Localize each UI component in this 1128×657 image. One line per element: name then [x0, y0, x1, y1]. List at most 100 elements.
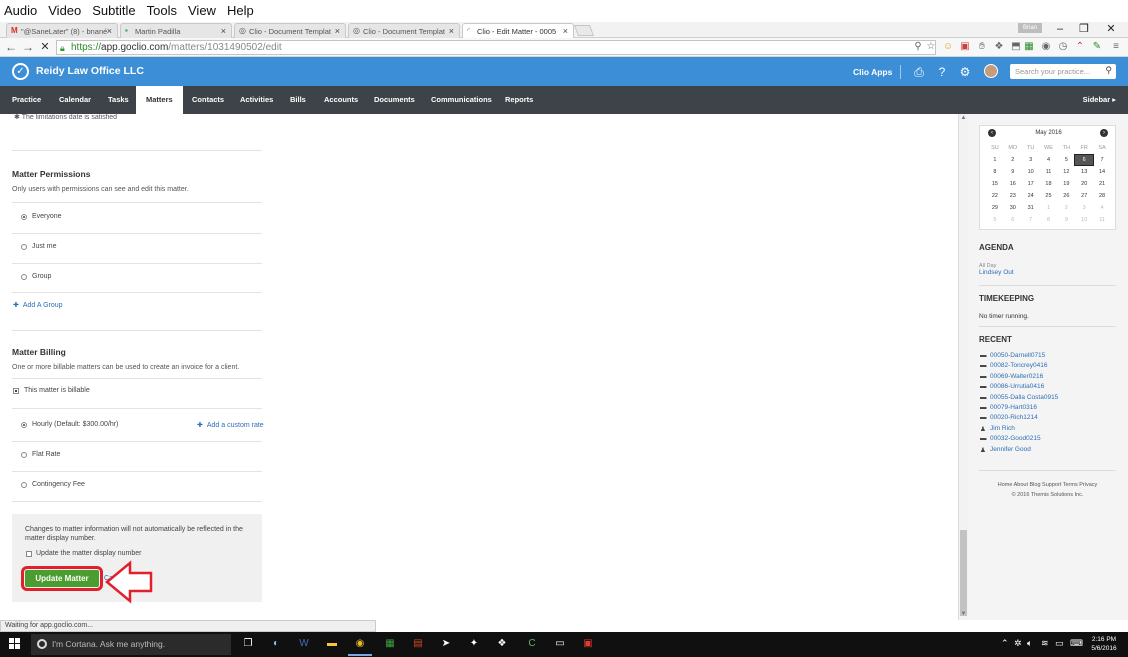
notes-app-icon[interactable]: ▭	[552, 636, 568, 652]
tray-settings-icon[interactable]: ✲	[1014, 638, 1022, 649]
inbox-icon[interactable]: ⎙	[912, 65, 926, 79]
task-view-icon[interactable]: ❐	[240, 636, 256, 652]
sheet-extension-icon[interactable]: ▦	[1023, 41, 1035, 53]
pdf-extension-icon[interactable]: ▣	[959, 41, 971, 53]
menu-audio[interactable]: Audio	[0, 0, 44, 22]
nav-reports[interactable]: Reports	[505, 86, 533, 114]
calendar-day[interactable]: 8	[1040, 215, 1058, 225]
tab-edit-matter[interactable]: ◜ Clio - Edit Matter - 0005 ×	[462, 23, 574, 38]
file-explorer-icon[interactable]: ▬	[324, 636, 340, 652]
billable-label[interactable]: This matter is billable	[24, 387, 90, 394]
calendar-day[interactable]: 27	[1075, 191, 1093, 201]
edge-browser-icon[interactable]: ◐	[268, 636, 284, 652]
radio-contingency-label[interactable]: Contingency Fee	[32, 481, 85, 488]
tray-network-icon[interactable]: ≋	[1041, 638, 1049, 649]
close-icon[interactable]: ×	[221, 26, 226, 36]
close-icon[interactable]: ×	[563, 26, 568, 36]
update-matter-button[interactable]: Update Matter	[21, 566, 103, 591]
minimize-button[interactable]: –	[1049, 22, 1071, 38]
nav-contacts[interactable]: Contacts	[192, 86, 224, 114]
calendar-day[interactable]: 2	[1004, 155, 1022, 165]
sidebar-toggle[interactable]: Sidebar ▸	[1083, 86, 1116, 114]
calendar-next-icon[interactable]: ›	[1100, 129, 1108, 137]
chrome-app-icon[interactable]: ◉	[348, 636, 372, 656]
tray-message-icon[interactable]: ▭	[1055, 638, 1064, 649]
radio-flat-rate[interactable]	[21, 452, 27, 458]
radio-flat-rate-label[interactable]: Flat Rate	[32, 451, 60, 458]
color-app-icon[interactable]: ✦	[466, 636, 482, 652]
calendar-day[interactable]: 5	[1057, 155, 1075, 165]
camtasia-app-icon[interactable]: C	[524, 636, 540, 652]
nav-matters[interactable]: Matters	[136, 86, 183, 114]
scroll-up-icon[interactable]: ▲	[959, 115, 968, 124]
calendar-day[interactable]: 12	[1057, 167, 1075, 177]
tab-gmail[interactable]: M "@SaneLater" (8) - bnané ×	[6, 23, 118, 38]
clock-extension-icon[interactable]: ◷	[1057, 41, 1069, 53]
nav-communications[interactable]: Communications	[431, 86, 492, 114]
scrollbar-thumb[interactable]	[960, 530, 967, 616]
radio-group[interactable]	[21, 274, 27, 280]
calendar-day[interactable]: 5	[986, 215, 1004, 225]
update-display-number-label[interactable]: Update the matter display number	[36, 550, 141, 557]
tab-document-templates-2[interactable]: ◎ Clio - Document Templat ×	[348, 23, 460, 38]
menu-tools[interactable]: Tools	[143, 0, 184, 22]
radio-just-me-label[interactable]: Just me	[32, 243, 57, 250]
calendar-day[interactable]: 6	[1004, 215, 1022, 225]
radio-contingency[interactable]	[21, 482, 27, 488]
calendar-day[interactable]: 4	[1093, 203, 1111, 213]
calendar-day[interactable]: 10	[1022, 167, 1040, 177]
calendar-day[interactable]: 3	[1075, 203, 1093, 213]
cast-extension-icon[interactable]: ⬒	[1010, 41, 1022, 53]
emoji-extension-icon[interactable]: ☺	[942, 41, 954, 53]
calendar-day[interactable]: 16	[1004, 179, 1022, 189]
arrow-extension-icon[interactable]: ⌃	[1074, 41, 1086, 53]
stop-loading-icon[interactable]: ✕	[38, 40, 52, 54]
menu-video[interactable]: Video	[44, 0, 88, 22]
sheets-app-icon[interactable]: ▦	[382, 636, 398, 652]
clio-apps-link[interactable]: Clio Apps	[853, 67, 892, 77]
tray-volume-icon[interactable]: 🔈︎	[1027, 638, 1032, 649]
close-window-button[interactable]: ✕	[1100, 22, 1122, 38]
windows-start-icon[interactable]	[9, 638, 21, 650]
calendar-day[interactable]: 31	[1022, 203, 1040, 213]
scroll-down-icon[interactable]: ▼	[959, 611, 968, 620]
bookmark-star-icon[interactable]: ☆	[925, 41, 937, 53]
calendar-day[interactable]: 24	[1022, 191, 1040, 201]
new-tab-button[interactable]	[573, 25, 595, 36]
forward-arrow-icon[interactable]: →	[21, 40, 35, 54]
nav-practice[interactable]: Practice	[12, 86, 41, 114]
calendar-day[interactable]: 26	[1057, 191, 1075, 201]
calendar-day[interactable]: 25	[1040, 191, 1058, 201]
calendar-day[interactable]: 3	[1022, 155, 1040, 165]
avatar[interactable]	[984, 64, 998, 78]
close-icon[interactable]: ×	[335, 26, 340, 36]
cortana-search-box[interactable]: I'm Cortana. Ask me anything.	[31, 634, 231, 655]
calendar-day[interactable]: 29	[986, 203, 1004, 213]
nav-accounts[interactable]: Accounts	[324, 86, 358, 114]
radio-hourly[interactable]	[21, 422, 27, 428]
calendar-day[interactable]: 1	[1040, 203, 1058, 213]
powerpoint-app-icon[interactable]: ▤	[410, 636, 426, 652]
nav-calendar[interactable]: Calendar	[59, 86, 91, 114]
add-custom-rate-link[interactable]: ✚ Add a custom rate	[197, 421, 264, 429]
calendar-day[interactable]: 9	[1057, 215, 1075, 225]
calendar-day[interactable]: 28	[1093, 191, 1111, 201]
calendar-day[interactable]: 10	[1075, 215, 1093, 225]
help-icon[interactable]: ?	[935, 65, 949, 79]
calendar-day[interactable]: 11	[1040, 167, 1058, 177]
nav-documents[interactable]: Documents	[374, 86, 415, 114]
calendar-day[interactable]: 11	[1093, 215, 1111, 225]
calendar-day[interactable]: 1	[986, 155, 1004, 165]
calendar-day[interactable]: 7	[1022, 215, 1040, 225]
dropbox-extension-icon[interactable]: ❖	[993, 41, 1005, 53]
search-input[interactable]: Search your practice... ⚲	[1010, 64, 1116, 79]
nav-activities[interactable]: Activities	[240, 86, 273, 114]
menu-subtitle[interactable]: Subtitle	[88, 0, 142, 22]
check-extension-icon[interactable]: ◉	[1040, 41, 1052, 53]
calendar-day[interactable]: 20	[1075, 179, 1093, 189]
radio-everyone-label[interactable]: Everyone	[32, 213, 62, 220]
address-bar[interactable]: 🔒︎ https://app.goclio.com/matters/103149…	[56, 40, 936, 55]
calendar-day[interactable]: 30	[1004, 203, 1022, 213]
radio-hourly-label[interactable]: Hourly (Default: $300.00/hr)	[32, 421, 118, 428]
footer-links[interactable]: Home About Blog Support Terms Privacy	[979, 482, 1116, 488]
